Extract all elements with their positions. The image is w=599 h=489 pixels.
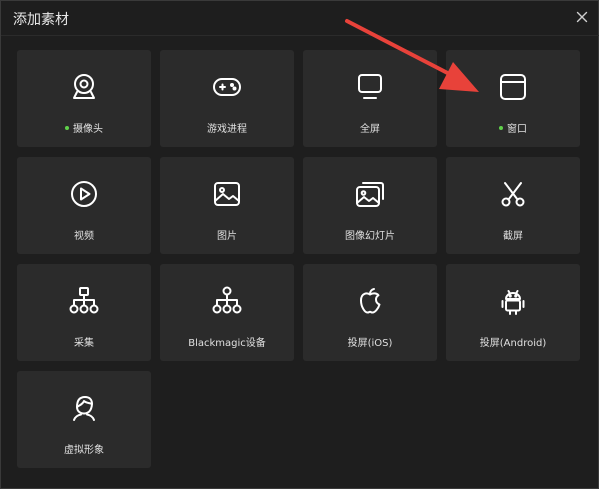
tile-label: 摄像头	[73, 124, 103, 135]
tile-label: 采集	[74, 338, 94, 349]
tile-label: 投屏(iOS)	[347, 338, 393, 349]
tile-label: 视频	[74, 231, 94, 242]
add-source-dialog: 添加素材 摄像头 游戏进程 全屏 窗口 视频 图片 图像幻灯片 截屏 采集 Bl…	[0, 0, 599, 489]
titlebar: 添加素材	[1, 1, 599, 35]
tile-image[interactable]: 图片	[160, 157, 294, 254]
scissors-icon	[497, 178, 529, 210]
tile-screenshot[interactable]: 截屏	[446, 157, 580, 254]
tile-window[interactable]: 窗口	[446, 50, 580, 147]
tile-label: 截屏	[503, 231, 523, 242]
active-indicator	[65, 126, 69, 130]
tile-video[interactable]: 视频	[17, 157, 151, 254]
window-icon	[497, 71, 529, 103]
tile-label: Blackmagic设备	[188, 338, 266, 349]
apple-icon	[354, 285, 386, 317]
avatar-icon	[68, 392, 100, 424]
webcam-icon	[68, 71, 100, 103]
tile-label: 图片	[217, 231, 237, 242]
active-indicator	[499, 126, 503, 130]
dialog-title: 添加素材	[13, 12, 69, 28]
gamepad-icon	[211, 71, 243, 103]
tile-screencast-ios[interactable]: 投屏(iOS)	[303, 264, 437, 361]
tile-label: 虚拟形象	[64, 445, 104, 456]
title-divider	[1, 35, 599, 36]
tile-label: 窗口	[507, 124, 527, 135]
tile-fullscreen[interactable]: 全屏	[303, 50, 437, 147]
close-icon[interactable]	[574, 9, 590, 25]
tile-screencast-android[interactable]: 投屏(Android)	[446, 264, 580, 361]
tile-virtual-avatar[interactable]: 虚拟形象	[17, 371, 151, 468]
tile-label: 全屏	[360, 124, 380, 135]
image-icon	[211, 178, 243, 210]
capture-tree-icon	[68, 285, 100, 317]
tile-label: 投屏(Android)	[479, 338, 547, 349]
tile-blackmagic[interactable]: Blackmagic设备	[160, 264, 294, 361]
tile-webcam[interactable]: 摄像头	[17, 50, 151, 147]
image-stack-icon	[354, 178, 386, 210]
tile-label: 图像幻灯片	[345, 231, 395, 242]
android-icon	[497, 285, 529, 317]
tile-game-process[interactable]: 游戏进程	[160, 50, 294, 147]
play-circle-icon	[68, 178, 100, 210]
tile-label: 游戏进程	[207, 124, 247, 135]
tile-capture[interactable]: 采集	[17, 264, 151, 361]
monitor-icon	[354, 71, 386, 103]
blackmagic-tree-icon	[211, 285, 243, 317]
tile-slideshow[interactable]: 图像幻灯片	[303, 157, 437, 254]
